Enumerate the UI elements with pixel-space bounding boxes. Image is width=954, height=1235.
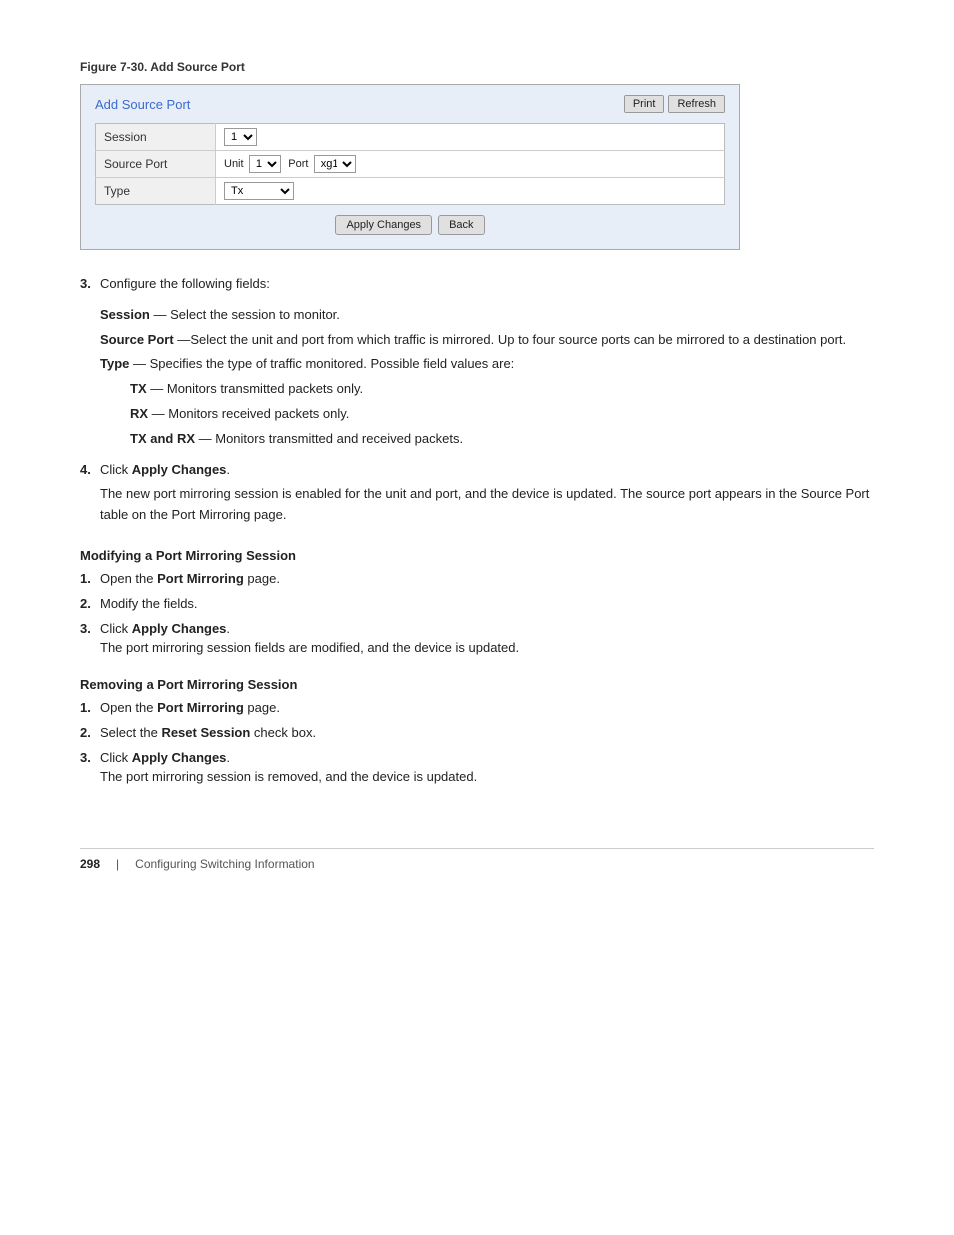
modifying-step2-number: 2. [80, 596, 94, 611]
modifying-step1: 1. Open the Port Mirroring page. [80, 571, 874, 590]
removing-steps: 1. Open the Port Mirroring page. 2. Sele… [80, 700, 874, 788]
tx-dash: — [147, 381, 167, 396]
removing-step3-number: 3. [80, 750, 94, 765]
removing-heading: Removing a Port Mirroring Session [80, 677, 874, 692]
print-button[interactable]: Print [624, 95, 665, 113]
rx-dash: — [148, 406, 168, 421]
type-select[interactable]: Tx Rx Tx and Rx [224, 182, 294, 200]
session-label: Session [96, 124, 216, 151]
session-bold: Session [100, 307, 150, 322]
session-desc: Session — Select the session to monitor. [100, 305, 874, 326]
unit-select[interactable]: 1 2 [249, 155, 281, 173]
type-row: Type Tx Rx Tx and Rx [96, 178, 725, 205]
modifying-step3-number: 3. [80, 621, 94, 636]
removing-step2: 2. Select the Reset Session check box. [80, 725, 874, 744]
rx-bold: RX [130, 406, 148, 421]
removing-step1-content: Open the Port Mirroring page. [100, 700, 874, 719]
page-footer: 298 | Configuring Switching Information [80, 848, 874, 871]
port-select[interactable]: xg1 xg2 xg3 xg4 [314, 155, 356, 173]
step3-number: 3. [80, 274, 94, 295]
source-port-label: Source Port [96, 151, 216, 178]
figure-label: Figure 7-30. Add Source Port [80, 60, 874, 74]
form-table: Session 1 2 3 4 Source Port Unit 1 2 Por… [95, 123, 725, 205]
modifying-step1-content: Open the Port Mirroring page. [100, 571, 874, 590]
source-port-dash: — [174, 332, 191, 347]
rx-desc: RX — Monitors received packets only. [130, 404, 874, 425]
tx-desc: TX — Monitors transmitted packets only. [130, 379, 874, 400]
step4-item: 4. Click Apply Changes. The new port mir… [80, 460, 874, 530]
source-port-desc-text: Select the unit and port from which traf… [190, 332, 846, 347]
step4-click: Click Apply Changes. [100, 460, 874, 481]
footer-text: Configuring Switching Information [135, 857, 314, 871]
step3-section: 3. Configure the following fields: Sessi… [80, 274, 874, 450]
modifying-step1-bold: Port Mirroring [157, 571, 244, 586]
session-desc-text: Select the session to monitor. [170, 307, 340, 322]
removing-step1: 1. Open the Port Mirroring page. [80, 700, 874, 719]
removing-step3-bold: Apply Changes [132, 750, 227, 765]
panel-title: Add Source Port [95, 97, 190, 112]
apply-changes-button[interactable]: Apply Changes [335, 215, 432, 235]
txrx-dash: — [195, 431, 215, 446]
session-select[interactable]: 1 2 3 4 [224, 128, 257, 146]
unit-label-text: Unit [224, 158, 244, 170]
session-value: 1 2 3 4 [216, 124, 725, 151]
removing-step3-desc: The port mirroring session is removed, a… [100, 769, 874, 784]
step4-number: 4. [80, 460, 94, 481]
type-value: Tx Rx Tx and Rx [216, 178, 725, 205]
refresh-button[interactable]: Refresh [668, 95, 725, 113]
step4-bold: Apply Changes [132, 462, 227, 477]
type-desc-text: Specifies the type of traffic monitored.… [150, 356, 515, 371]
txrx-desc: TX and RX — Monitors transmitted and rec… [130, 429, 874, 450]
removing-step3: 3. Click Apply Changes. The port mirrori… [80, 750, 874, 788]
removing-step3-content: Click Apply Changes. The port mirroring … [100, 750, 874, 788]
type-bold: Type [100, 356, 129, 371]
modifying-step3-content: Click Apply Changes. The port mirroring … [100, 621, 874, 659]
source-port-desc: Source Port —Select the unit and port fr… [100, 330, 874, 351]
type-desc: Type — Specifies the type of traffic mon… [100, 354, 874, 375]
modifying-step2: 2. Modify the fields. [80, 596, 874, 615]
modifying-step1-number: 1. [80, 571, 94, 586]
tx-bold: TX [130, 381, 147, 396]
rx-desc-text: Monitors received packets only. [168, 406, 349, 421]
tx-desc-text: Monitors transmitted packets only. [167, 381, 363, 396]
step3-content: Configure the following fields: [100, 274, 874, 299]
footer-separator: | [116, 857, 119, 871]
source-port-bold: Source Port [100, 332, 174, 347]
modifying-steps: 1. Open the Port Mirroring page. 2. Modi… [80, 571, 874, 659]
step4-desc: The new port mirroring session is enable… [100, 484, 874, 526]
removing-step1-number: 1. [80, 700, 94, 715]
modifying-heading: Modifying a Port Mirroring Session [80, 548, 874, 563]
removing-step1-bold: Port Mirroring [157, 700, 244, 715]
source-port-value: Unit 1 2 Port xg1 xg2 xg3 xg4 [216, 151, 725, 178]
type-dash: — [129, 356, 149, 371]
panel-header: Add Source Port Print Refresh [95, 95, 725, 113]
step4-content: Click Apply Changes. The new port mirror… [100, 460, 874, 530]
step3-text: Configure the following fields: [100, 274, 874, 295]
modifying-step3-bold: Apply Changes [132, 621, 227, 636]
removing-step2-number: 2. [80, 725, 94, 740]
type-label: Type [96, 178, 216, 205]
removing-step2-content: Select the Reset Session check box. [100, 725, 874, 744]
header-buttons: Print Refresh [624, 95, 725, 113]
form-footer-buttons: Apply Changes Back [95, 215, 725, 235]
step4-section: 4. Click Apply Changes. The new port mir… [80, 460, 874, 530]
removing-step2-bold: Reset Session [161, 725, 250, 740]
port-label-text: Port [288, 158, 308, 170]
modifying-step3: 3. Click Apply Changes. The port mirrori… [80, 621, 874, 659]
source-port-row: Source Port Unit 1 2 Port xg1 xg2 xg3 xg… [96, 151, 725, 178]
fields-description: Session — Select the session to monitor.… [100, 305, 874, 450]
session-dash: — [150, 307, 170, 322]
back-button[interactable]: Back [438, 215, 484, 235]
page-number: 298 [80, 857, 100, 871]
step3-item: 3. Configure the following fields: [80, 274, 874, 299]
modifying-step3-desc: The port mirroring session fields are mo… [100, 640, 874, 655]
txrx-desc-text: Monitors transmitted and received packet… [215, 431, 463, 446]
modifying-step2-content: Modify the fields. [100, 596, 874, 615]
txrx-bold: TX and RX [130, 431, 195, 446]
session-row: Session 1 2 3 4 [96, 124, 725, 151]
add-source-port-panel: Add Source Port Print Refresh Session 1 … [80, 84, 740, 250]
